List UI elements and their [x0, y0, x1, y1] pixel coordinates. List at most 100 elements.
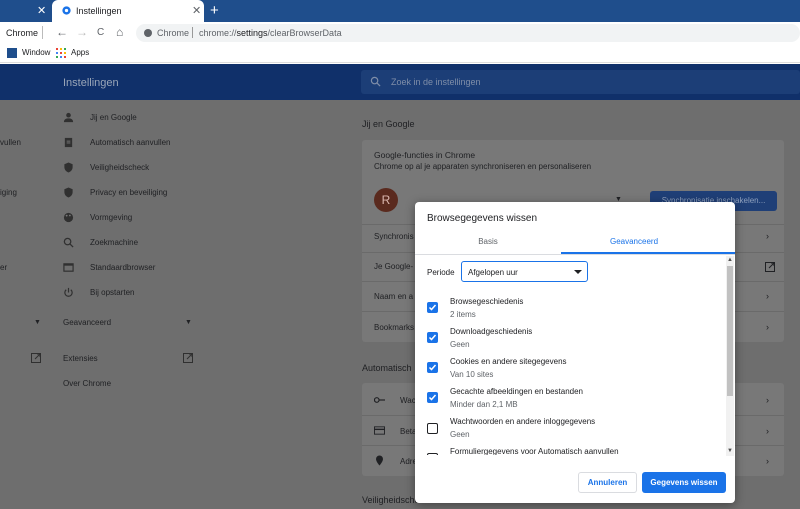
option-title: Downloadgeschiedenis	[450, 327, 533, 336]
active-tab-indicator	[561, 252, 735, 254]
row-payment[interactable]: Beta	[400, 427, 416, 436]
search-icon	[63, 237, 74, 248]
shield-check-icon	[64, 162, 73, 173]
option-title: Gecachte afbeeldingen en bestanden	[450, 387, 583, 396]
chevron-down-icon[interactable]: ▼	[34, 319, 41, 326]
google-features-title: Google-functies in Chrome	[374, 150, 476, 160]
location-pin-icon	[376, 455, 383, 466]
bookmarks-bar	[0, 44, 800, 63]
forward-button[interactable]: →	[76, 25, 88, 39]
check-icon	[428, 394, 437, 401]
sidebar-item-autofill[interactable]: Automatisch aanvullen	[90, 138, 171, 147]
sidebar-item-default-browser[interactable]: Standaardbrowser	[90, 263, 155, 272]
scroll-up-icon[interactable]: ▲	[727, 257, 733, 263]
checkbox-cookies[interactable]	[427, 362, 438, 373]
external-link-icon	[765, 262, 775, 272]
section-heading-autofill: Automatisch	[362, 363, 412, 373]
left-fragment: er	[0, 263, 8, 272]
chevron-right-icon: ›	[766, 456, 769, 466]
checkbox-download-history[interactable]	[427, 332, 438, 343]
key-icon	[374, 397, 385, 403]
apps-grid-icon[interactable]	[56, 48, 66, 58]
row-google-account[interactable]: Je Google-	[374, 262, 413, 271]
check-icon	[428, 304, 437, 311]
tab-advanced[interactable]: Geavanceerd	[561, 237, 707, 246]
dialog-title: Browsegegevens wissen	[427, 213, 538, 224]
row-name[interactable]: Naam en a	[374, 292, 413, 301]
search-icon	[370, 76, 381, 87]
chevron-right-icon: ›	[766, 231, 769, 241]
divider	[42, 26, 43, 39]
list-clip	[415, 455, 735, 465]
check-icon	[428, 364, 437, 371]
sidebar-item-search-engine[interactable]: Zoekmachine	[90, 238, 138, 247]
url-text[interactable]: chrome://settings/clearBrowserData	[199, 28, 342, 38]
option-title: Browsegeschiedenis	[450, 297, 524, 306]
scroll-down-icon[interactable]: ▼	[727, 448, 733, 454]
left-fragment: vullen	[0, 138, 21, 147]
tab-close-icon[interactable]: ✕	[37, 4, 46, 17]
gear-icon	[62, 6, 71, 15]
search-placeholder: Zoek in de instellingen	[391, 77, 481, 87]
chevron-right-icon: ›	[766, 426, 769, 436]
chevron-right-icon: ›	[766, 322, 769, 332]
person-icon	[63, 112, 74, 123]
row-sync[interactable]: Synchronis	[374, 232, 414, 241]
new-tab-button[interactable]: +	[210, 2, 219, 19]
period-label: Periode	[427, 268, 455, 277]
back-button[interactable]: ←	[56, 25, 68, 39]
option-subtitle: Geen	[450, 430, 470, 439]
tab-title: Instellingen	[76, 6, 122, 16]
checkbox-passwords[interactable]	[427, 423, 438, 434]
bookmark-window[interactable]: Window	[22, 48, 50, 57]
checkbox-browsing-history[interactable]	[427, 302, 438, 313]
divider	[192, 27, 193, 38]
divider	[415, 254, 735, 255]
omnibox-site-label: Chrome	[157, 28, 190, 38]
chrome-icon	[144, 29, 152, 37]
tab-basic[interactable]: Basis	[415, 237, 561, 246]
row-passwords[interactable]: Wac	[400, 396, 416, 405]
row-bookmarks[interactable]: Bookmarks	[374, 323, 414, 332]
sidebar-about-chrome[interactable]: Over Chrome	[63, 379, 111, 388]
external-link-icon[interactable]	[183, 353, 193, 363]
checkbox-cached-images[interactable]	[427, 392, 438, 403]
chevron-right-icon: ›	[766, 395, 769, 405]
clipboard-icon	[64, 137, 73, 148]
sidebar-extensions[interactable]: Extensies	[63, 354, 98, 363]
option-subtitle: 2 items	[450, 310, 476, 319]
left-fragment: iging	[0, 188, 17, 197]
check-icon	[428, 334, 437, 341]
tab-close-icon[interactable]: ✕	[192, 4, 201, 17]
window-icon	[7, 48, 17, 58]
external-link-icon	[31, 353, 41, 363]
url-path: /clearBrowserData	[267, 28, 342, 38]
option-subtitle: Geen	[450, 340, 470, 349]
section-heading-you-google: Jij en Google	[362, 119, 415, 129]
bookmark-apps[interactable]: Apps	[71, 48, 89, 57]
shield-icon	[64, 187, 73, 198]
reload-button[interactable]: C	[97, 27, 104, 38]
clear-data-button[interactable]: Gegevens wissen	[642, 472, 726, 493]
tab-previous[interactable]: ✕	[0, 0, 50, 22]
sidebar-advanced[interactable]: Geavanceerd	[63, 318, 111, 327]
sidebar-item-you-google[interactable]: Jij en Google	[90, 113, 137, 122]
sidebar-item-privacy[interactable]: Privacy en beveiliging	[90, 188, 167, 197]
chevron-down-icon[interactable]: ▼	[185, 319, 192, 326]
power-icon	[64, 287, 73, 297]
sidebar-item-on-startup[interactable]: Bij opstarten	[90, 288, 134, 297]
avatar: R	[374, 188, 398, 212]
sidebar-item-appearance[interactable]: Vormgeving	[90, 213, 132, 222]
credit-card-icon	[374, 426, 385, 435]
browser-window-icon	[63, 263, 74, 272]
previous-tab-label: Chrome	[6, 28, 39, 38]
chevron-right-icon: ›	[766, 291, 769, 301]
scrollbar-thumb[interactable]	[727, 266, 733, 396]
sidebar-item-safety-check[interactable]: Veiligheidscheck	[90, 163, 149, 172]
home-button[interactable]: ⌂	[116, 25, 123, 39]
tab-settings[interactable]: Instellingen ✕	[52, 0, 204, 22]
palette-icon	[63, 212, 74, 223]
option-title: Wachtwoorden en andere inloggegevens	[450, 417, 596, 426]
url-host: settings	[236, 28, 268, 38]
cancel-button[interactable]: Annuleren	[578, 472, 637, 493]
